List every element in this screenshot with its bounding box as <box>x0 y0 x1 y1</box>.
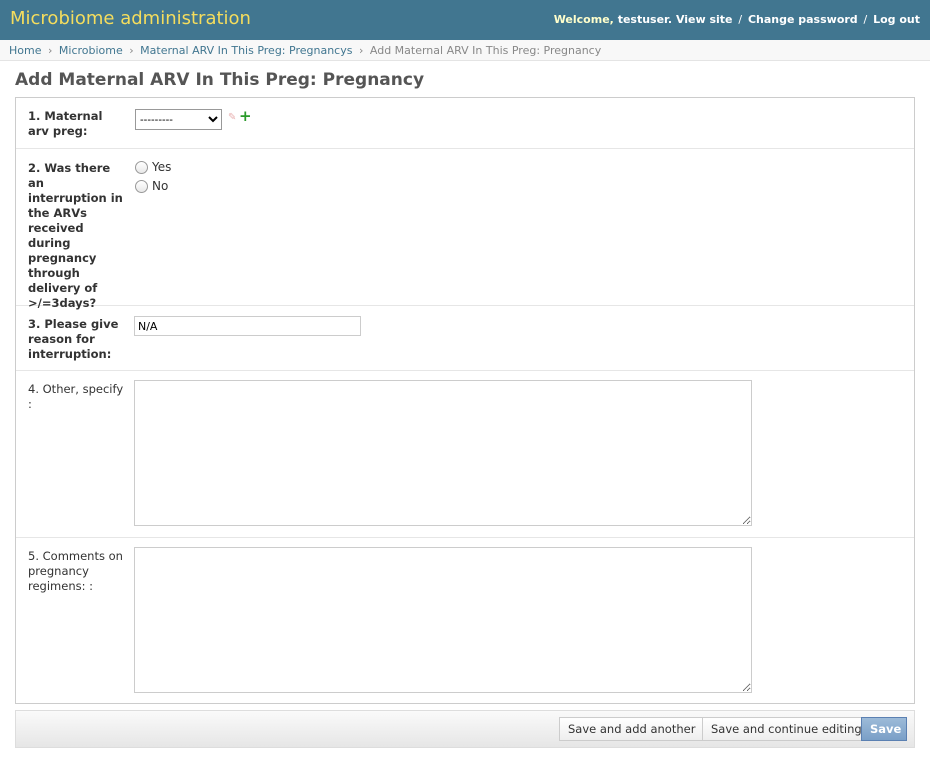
submit-row: Save and add another Save and continue e… <box>15 710 915 748</box>
logout-link[interactable]: Log out <box>873 13 920 26</box>
field-label: 2. Was there an interruption in the ARVs… <box>28 161 123 310</box>
form-row-comments: 5. Comments on pregnancy regimens: : <box>16 538 914 703</box>
breadcrumb-home[interactable]: Home <box>9 44 41 57</box>
save-and-add-another-button[interactable]: Save and add another <box>559 717 705 741</box>
field-label: 5. Comments on pregnancy regimens: : <box>28 549 123 593</box>
user-tools: Welcome, testuser. View site / Change pa… <box>554 13 920 26</box>
breadcrumb: Home › Microbiome › Maternal ARV In This… <box>0 40 930 61</box>
welcome-text: Welcome, <box>553 13 614 26</box>
view-site-link[interactable]: View site <box>676 13 733 26</box>
field-label: 3. Please give reason for interruption: <box>28 317 119 361</box>
radio-label: Yes <box>152 160 172 174</box>
maternal-arv-preg-select[interactable]: --------- <box>135 109 222 130</box>
breadcrumb-separator: › <box>47 44 53 57</box>
field-label: 4. Other, specify : <box>28 382 124 411</box>
radio-yes[interactable]: Yes <box>135 160 171 174</box>
breadcrumb-model[interactable]: Maternal ARV In This Preg: Pregnancys <box>140 44 352 57</box>
other-specify-textarea[interactable] <box>134 380 752 526</box>
plus-icon[interactable]: + <box>239 109 252 124</box>
separator: / <box>738 13 743 26</box>
breadcrumb-separator: › <box>129 44 134 57</box>
site-title: Microbiome administration <box>10 8 251 29</box>
username: testuser. <box>617 13 673 26</box>
form-module: 1. Maternal arv preg: --------- ✎ + 2. W… <box>15 97 915 704</box>
header: Microbiome administration Welcome, testu… <box>0 0 930 40</box>
save-and-continue-button[interactable]: Save and continue editing <box>702 717 871 741</box>
reason-input[interactable] <box>134 316 361 336</box>
radio-button[interactable] <box>135 161 148 174</box>
form-row-interruption: 2. Was there an interruption in the ARVs… <box>16 149 914 310</box>
breadcrumb-current: Add Maternal ARV In This Preg: Pregnancy <box>369 44 602 57</box>
breadcrumb-app[interactable]: Microbiome <box>59 44 123 57</box>
change-password-link[interactable]: Change password <box>748 13 858 26</box>
form-row-maternal-arv-preg: 1. Maternal arv preg: --------- ✎ + <box>16 98 914 149</box>
form-row-reason: 3. Please give reason for interruption: <box>16 306 914 371</box>
save-button[interactable]: Save <box>861 717 907 741</box>
separator: / <box>863 13 868 26</box>
radio-label: No <box>152 179 169 193</box>
radio-no[interactable]: No <box>135 179 168 193</box>
breadcrumb-separator: › <box>358 44 364 57</box>
form-row-other: 4. Other, specify : <box>16 371 914 538</box>
field-label: 1. Maternal arv preg: <box>28 109 103 138</box>
radio-button[interactable] <box>135 180 148 193</box>
pencil-icon[interactable]: ✎ <box>228 113 238 123</box>
page-title: Add Maternal ARV In This Preg: Pregnancy <box>15 70 425 90</box>
comments-textarea[interactable] <box>134 547 752 693</box>
